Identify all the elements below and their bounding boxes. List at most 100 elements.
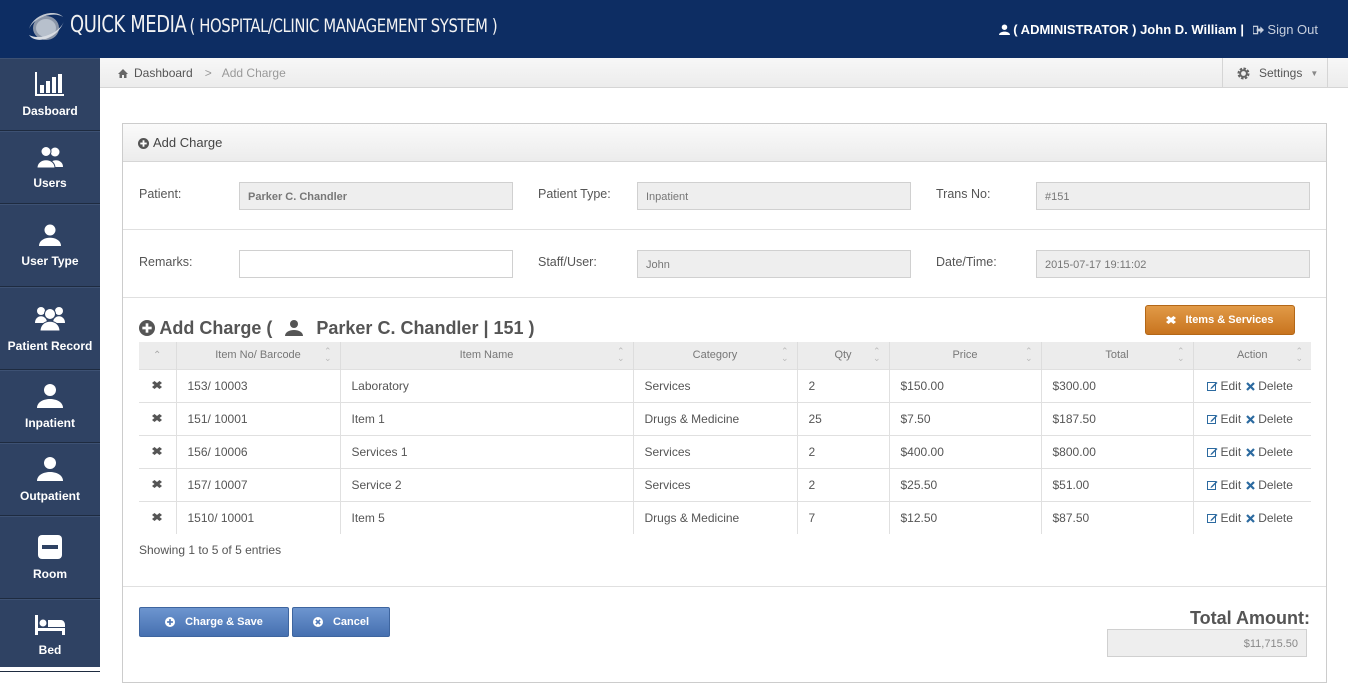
column-header-price[interactable]: Price ⌃ ⌄ [889, 342, 1042, 369]
drag-handle[interactable] [139, 401, 177, 435]
column-header-item-name[interactable]: Item Name ⌃ ⌄ [340, 342, 634, 369]
top-header: QUICK MEDIA( HOSPITAL/CLINIC MANAGEMENT … [0, 0, 1348, 58]
drag-handle[interactable] [139, 434, 177, 468]
charge-save-button[interactable]: Charge & Save [139, 607, 289, 637]
cell-action: Edit Delete [1193, 467, 1311, 501]
edit-label: Edit [1220, 411, 1242, 426]
cell-item-no: 156/ 10006 [176, 434, 341, 468]
items-services-label: Items & Services [1185, 314, 1274, 326]
sidebar-item-patient-record[interactable]: Patient Record [0, 287, 100, 370]
column-label: Price [952, 349, 978, 362]
cell-price: $400.00 [889, 434, 1042, 468]
close-icon [1246, 480, 1255, 490]
cell-category: Drugs & Medicine [633, 401, 798, 435]
patient-label: Patient: [139, 187, 182, 201]
home-icon [118, 69, 128, 78]
cancel-label: Cancel [332, 616, 370, 628]
cell-total: $300.00 [1041, 368, 1194, 402]
divider [123, 586, 1326, 587]
breadcrumb-dashboard-link[interactable]: Dashboard [134, 66, 193, 80]
cell-category: Services [633, 434, 798, 468]
sidebar-label: User Type [21, 253, 79, 268]
panel-header: Add Charge [123, 124, 1326, 162]
settings-label: Settings [1259, 66, 1303, 80]
sidebar-item-inpatient[interactable]: Inpatient [0, 370, 100, 443]
cell-action: Edit Delete [1193, 500, 1311, 534]
sign-out-icon [1252, 25, 1265, 35]
sidebar-item-users[interactable]: Users [0, 131, 100, 204]
cell-item-name: Item 1 [340, 401, 634, 435]
patient-type-label: Patient Type: [538, 187, 611, 201]
edit-link[interactable]: Edit [1206, 411, 1242, 426]
cell-price: $150.00 [889, 368, 1042, 402]
cell-qty: 2 [797, 467, 890, 501]
edit-label: Edit [1220, 444, 1242, 459]
user-info: ( ADMINISTRATOR ) John D. William | [998, 22, 1244, 37]
cancel-button[interactable]: Cancel [292, 607, 390, 637]
close-icon [1246, 513, 1255, 523]
brand-name: QUICK MEDIA [70, 12, 187, 38]
edit-link[interactable]: Edit [1206, 444, 1242, 459]
delete-link[interactable]: Delete [1246, 478, 1293, 492]
column-header-total[interactable]: Total ⌃ ⌄ [1041, 342, 1194, 369]
chevron-down-icon: ▼ [1310, 68, 1319, 78]
sidebar-label: Bed [38, 642, 62, 657]
column-header-handle[interactable]: ⌃ [139, 342, 177, 369]
cell-action: Edit Delete [1193, 368, 1311, 402]
dropbox-icon [1166, 315, 1177, 324]
users-icon [36, 145, 63, 168]
sidebar-item-user-type[interactable]: User Type [0, 204, 100, 287]
cell-item-name: Laboratory [340, 368, 634, 402]
sign-out-link[interactable]: Sign Out [1252, 22, 1318, 37]
sidebar-label: Room [33, 566, 67, 581]
delete-link[interactable]: Delete [1246, 379, 1293, 393]
cell-item-no: 153/ 10003 [176, 368, 341, 402]
trans-no-field[interactable]: #151 [1036, 182, 1310, 210]
sort-icon: ⌃ ⌄ [323, 346, 332, 363]
sidebar-item-bed[interactable]: Bed [0, 599, 100, 672]
table-row: 1510/ 10001 Item 5 Drugs & Medicine 7 $12.50… [139, 500, 1311, 534]
close-icon [1246, 447, 1255, 457]
datetime-field[interactable]: 2015-07-17 19:11:02 [1036, 250, 1310, 278]
settings-dropdown[interactable]: Settings ▼ [1222, 58, 1328, 88]
drag-handle[interactable] [139, 467, 177, 501]
sidebar-item-room[interactable]: Room [0, 516, 100, 599]
dropbox-icon [152, 380, 163, 389]
delete-link[interactable]: Delete [1246, 445, 1293, 459]
delete-label: Delete [1258, 477, 1293, 492]
delete-link[interactable]: Delete [1246, 511, 1293, 525]
breadcrumb-current: Add Charge [221, 66, 286, 80]
column-header-category[interactable]: Category ⌃ ⌄ [633, 342, 798, 369]
sort-icon: ⌃ ⌄ [780, 346, 789, 363]
column-header-action[interactable]: Action ⌃ ⌄ [1193, 342, 1311, 369]
drag-handle[interactable] [139, 368, 177, 402]
plus-circle-icon [138, 138, 149, 149]
sidebar-item-dashboard[interactable]: Dasboard [0, 58, 100, 131]
edit-link[interactable]: Edit [1206, 511, 1241, 525]
items-services-button[interactable]: Items & Services [1145, 305, 1295, 335]
charges-title: Add Charge ( Parker C. Chandler | 151 ) [139, 318, 535, 339]
cell-category: Services [633, 368, 798, 402]
sort-icon: ⌃ ⌄ [1024, 346, 1033, 363]
cell-action: Edit Delete [1193, 401, 1311, 435]
edit-link[interactable]: Edit [1206, 478, 1241, 492]
patient-field[interactable]: Parker C. Chandler [239, 182, 513, 210]
patient-type-field[interactable]: Inpatient [637, 182, 911, 210]
sidebar-item-outpatient[interactable]: Outpatient [0, 443, 100, 516]
cell-item-no: 157/ 10007 [176, 467, 341, 501]
user-role-name: ( ADMINISTRATOR ) John D. William | [1013, 22, 1244, 37]
column-header-qty[interactable]: Qty ⌃ ⌄ [797, 342, 890, 369]
column-label: Total [1105, 349, 1129, 362]
table-row: 156/ 10006 Services 1 Services 2 $400.00 $800… [139, 434, 1311, 468]
column-header-item-no[interactable]: Item No/ Barcode ⌃ ⌄ [176, 342, 341, 369]
delete-link[interactable]: Delete [1246, 412, 1293, 426]
sidebar-label: Patient Record [7, 338, 93, 353]
remarks-input[interactable] [239, 250, 513, 278]
gear-icon [1237, 66, 1250, 80]
table-info: Showing 1 to 5 of 5 entries [139, 543, 282, 557]
edit-link[interactable]: Edit [1206, 379, 1241, 393]
staff-field[interactable]: John [637, 250, 911, 278]
column-label: Category [692, 349, 738, 362]
drag-handle[interactable] [139, 500, 177, 534]
delete-label: Delete [1258, 510, 1293, 525]
